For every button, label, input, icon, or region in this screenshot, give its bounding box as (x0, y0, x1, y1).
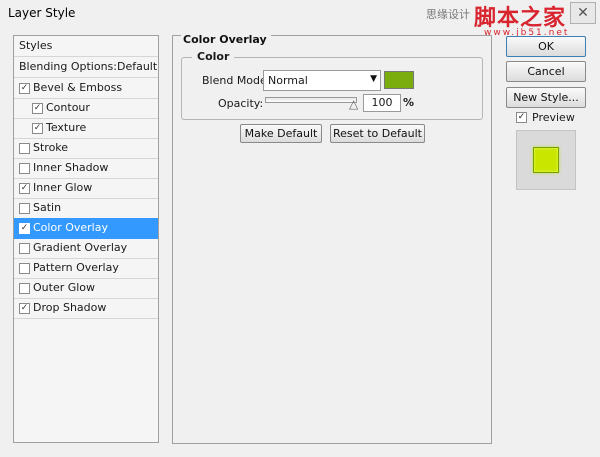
new-style-button[interactable]: New Style... (506, 87, 586, 108)
style-item-label: Satin (33, 201, 62, 214)
style-checkbox[interactable] (19, 143, 30, 154)
style-item-inner-shadow[interactable]: Inner Shadow (14, 158, 158, 179)
blend-mode-select[interactable]: Normal ▼ (263, 70, 381, 91)
slider-thumb-icon[interactable]: △ (349, 98, 358, 110)
style-item-styles[interactable]: Styles (14, 36, 158, 57)
style-checkbox[interactable] (19, 263, 30, 274)
styles-list: Styles Blending Options:Default ✓ Bevel & E… (13, 35, 159, 443)
style-item-stroke[interactable]: Stroke (14, 138, 158, 159)
style-item-label: Blending Options:Default (19, 60, 158, 73)
cancel-button[interactable]: Cancel (506, 61, 586, 82)
style-item-outer-glow[interactable]: Outer Glow (14, 278, 158, 299)
close-icon: ✕ (577, 5, 589, 21)
style-checkbox[interactable]: ✓ (32, 123, 43, 134)
blend-mode-label: Blend Mode: (202, 74, 271, 87)
style-item-label: Pattern Overlay (33, 261, 119, 274)
style-item-label: Inner Glow (33, 181, 93, 194)
style-checkbox[interactable]: ✓ (19, 183, 30, 194)
title-bar: Layer Style 思缘设计 脚本之家 www.jb51.net ✕ (0, 0, 600, 38)
preview-swatch (533, 147, 559, 173)
section-title: Color Overlay (181, 33, 271, 46)
style-item-label: Color Overlay (33, 221, 108, 234)
make-default-button[interactable]: Make Default (240, 124, 322, 143)
color-overlay-panel: Color Overlay Color Blend Mode: Normal ▼… (172, 33, 492, 444)
style-item-satin[interactable]: Satin (14, 198, 158, 219)
ok-button[interactable]: OK (506, 36, 586, 57)
style-item-inner-glow[interactable]: ✓ Inner Glow (14, 178, 158, 199)
opacity-slider-track[interactable] (265, 97, 357, 103)
group-title: Color (192, 50, 235, 63)
style-item-pattern-overlay[interactable]: Pattern Overlay (14, 258, 158, 279)
style-item-gradient-overlay[interactable]: Gradient Overlay (14, 238, 158, 259)
style-item-label: Inner Shadow (33, 161, 109, 174)
style-item-label: Gradient Overlay (33, 241, 128, 254)
style-checkbox[interactable]: ✓ (19, 83, 30, 94)
style-checkbox[interactable] (19, 203, 30, 214)
style-item-drop-shadow[interactable]: ✓ Drop Shadow (14, 298, 158, 319)
preview-label: Preview (532, 111, 575, 124)
opacity-unit: % (403, 96, 415, 109)
style-preview (516, 130, 576, 190)
opacity-label: Opacity: (218, 97, 264, 110)
style-item-label: Stroke (33, 141, 69, 154)
style-item-label: Outer Glow (33, 281, 96, 294)
style-item-contour[interactable]: ✓ Contour (14, 98, 158, 119)
style-item-label: Drop Shadow (33, 301, 107, 314)
preview-checkbox[interactable]: ✓ (516, 112, 527, 123)
close-button[interactable]: ✕ (570, 2, 596, 24)
style-item-label: Styles (19, 39, 53, 52)
blend-mode-value: Normal (268, 74, 308, 87)
style-checkbox[interactable]: ✓ (19, 223, 30, 234)
reset-to-default-button[interactable]: Reset to Default (330, 124, 425, 143)
style-checkbox[interactable]: ✓ (19, 303, 30, 314)
style-checkbox[interactable] (19, 243, 30, 254)
style-item-label: Contour (46, 101, 90, 114)
watermark-cn-text: 思缘设计 (426, 8, 470, 21)
opacity-input[interactable]: 100 (363, 94, 401, 112)
style-item-blending-options-default[interactable]: Blending Options:Default (14, 57, 158, 78)
style-checkbox[interactable] (19, 163, 30, 174)
style-item-bevel-emboss[interactable]: ✓ Bevel & Emboss (14, 78, 158, 99)
style-item-label: Bevel & Emboss (33, 81, 123, 94)
style-item-texture[interactable]: ✓ Texture (14, 118, 158, 139)
window-title: Layer Style (8, 6, 76, 20)
style-item-color-overlay[interactable]: ✓ Color Overlay (14, 218, 158, 239)
style-item-label: Texture (46, 121, 87, 134)
style-checkbox[interactable] (19, 283, 30, 294)
chevron-down-icon: ▼ (370, 74, 377, 84)
style-checkbox[interactable]: ✓ (32, 103, 43, 114)
overlay-color-swatch[interactable] (384, 71, 414, 89)
